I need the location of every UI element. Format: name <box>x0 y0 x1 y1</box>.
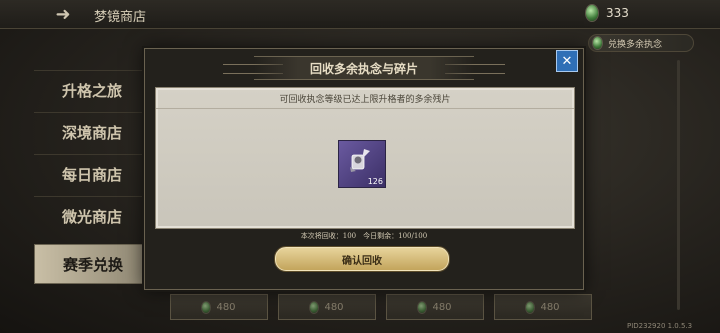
recycle-info: 本次将回收：100 今日剩余：100/100 <box>300 232 428 240</box>
sidebar-item-label: 深境商店 <box>61 123 122 142</box>
shop-item-price: 480 <box>216 301 236 313</box>
sidebar-item-label: 每日商店 <box>61 165 122 184</box>
content-panel: 可回收执念等级已达上限升格者的多余残片 126 <box>155 87 575 229</box>
sidebar: 升格之旅 深境商店 每日商店 微光商店 赛季兑换 <box>34 46 152 286</box>
panel-description: 可回收执念等级已达上限升格者的多余残片 <box>156 88 574 109</box>
close-icon: ✕ <box>561 53 573 69</box>
exchange-label: 兑换多余执念 <box>608 39 663 50</box>
confirm-recycle-button[interactable]: 确认回收 <box>275 247 449 271</box>
top-bar: ➜ 梦镜商店 333 <box>0 0 720 29</box>
sidebar-item-label: 赛季兑换 <box>62 255 123 274</box>
close-button[interactable]: ✕ <box>556 50 578 72</box>
gem-icon <box>586 5 598 21</box>
dialog-title-bar: 回收多余执念与碎片 <box>145 49 583 87</box>
confirm-label: 确认回收 <box>342 255 382 267</box>
version-label: PID232920 1.0.5.3 <box>627 322 693 330</box>
item-slot[interactable]: 126 <box>338 140 386 188</box>
back-button[interactable]: ➜ <box>46 3 80 25</box>
gem-icon <box>202 301 211 313</box>
recycle-dialog: 回收多余执念与碎片 可回收执念等级已达上限升格者的多余残片 126 本次将回收：… <box>144 48 584 290</box>
gem-icon <box>593 37 602 49</box>
arrow-left-icon: ➜ <box>55 3 71 25</box>
shop-item-price: 480 <box>432 301 452 313</box>
sidebar-item-glimmer-shop[interactable]: 微光商店 <box>34 196 150 235</box>
gem-icon <box>526 301 535 313</box>
page-title: 梦镜商店 <box>94 10 147 25</box>
sidebar-item-label: 微光商店 <box>61 207 122 226</box>
dialog-title: 回收多余执念与碎片 <box>254 56 474 80</box>
sidebar-item-label: 升格之旅 <box>61 81 122 100</box>
sidebar-item-daily-shop[interactable]: 每日商店 <box>34 154 150 193</box>
sidebar-item-season-exchange[interactable]: 赛季兑换 <box>34 244 152 284</box>
currency-value: 333 <box>606 6 629 20</box>
sidebar-item-deep-realm-shop[interactable]: 深境商店 <box>34 112 150 151</box>
gem-icon <box>310 301 319 313</box>
sidebar-item-ascension-journey[interactable]: 升格之旅 <box>34 70 150 109</box>
scrollbar[interactable] <box>677 60 680 310</box>
shop-item-price: 480 <box>540 301 560 313</box>
shop-item-price: 480 <box>324 301 344 313</box>
fragment-icon <box>350 149 370 172</box>
exchange-surplus-button[interactable]: 兑换多余执念 <box>588 34 694 52</box>
gem-icon <box>418 301 427 313</box>
shop-item-cell[interactable]: 480 <box>386 294 484 320</box>
item-count: 126 <box>367 177 383 186</box>
currency-display: 333 <box>586 5 629 21</box>
shop-item-cell[interactable]: 480 <box>170 294 268 320</box>
shop-item-cell[interactable]: 480 <box>494 294 592 320</box>
shop-item-cell[interactable]: 480 <box>278 294 376 320</box>
